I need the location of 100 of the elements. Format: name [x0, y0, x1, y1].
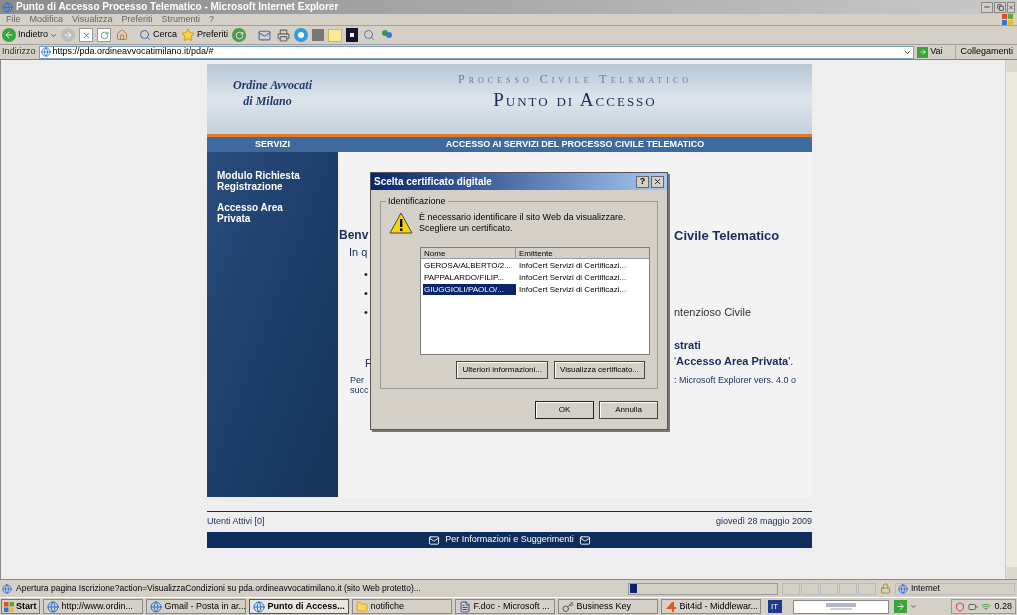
favorites-button[interactable]: Preferiti: [181, 28, 229, 42]
table-cell: InfoCert Servizi di Certificazi...: [518, 272, 628, 283]
dropdown-icon[interactable]: [909, 603, 917, 610]
page-text: 'Accesso Area Privata'.: [674, 354, 794, 369]
help-button[interactable]: ?: [636, 175, 649, 188]
restore-button[interactable]: [994, 1, 1006, 13]
certificate-row[interactable]: GIUGGIOLI/PAOLO/... InfoCert Servizi di Certificazi...: [421, 284, 649, 295]
close-button[interactable]: [651, 175, 664, 188]
table-cell: GIUGGIOLI/PAOLO/...: [423, 284, 516, 295]
certificate-row[interactable]: PAPPALARDO/FILIP... InfoCert Servizi di Certificazi...: [421, 272, 649, 283]
key-icon: [561, 600, 574, 613]
table-cell-text: GEROSA/ALBERTO/2...: [423, 260, 512, 271]
ok-button[interactable]: OK: [535, 401, 594, 419]
taskbar-item[interactable]: Punto di Access...: [248, 599, 349, 614]
footer-link[interactable]: Per Informazioni e Suggerimenti: [445, 533, 574, 547]
certificate-row[interactable]: GEROSA/ALBERTO/2... InfoCert Servizi di Certificazi...: [421, 260, 649, 271]
taskbar-item[interactable]: Business Key: [557, 599, 658, 614]
battery-icon[interactable]: [968, 601, 979, 612]
mail-icon: [577, 534, 592, 546]
page-text: succ: [349, 385, 370, 395]
minimize-icon: [983, 3, 991, 11]
dialog-message: È necessario identificare il sito Web da visualizzare.: [419, 212, 626, 223]
dialog-button[interactable]: Visualizza certificato...: [554, 361, 645, 379]
taskbar-item[interactable]: notifiche: [351, 599, 452, 614]
language-indicator[interactable]: IT: [767, 600, 782, 613]
page-text: Per: [349, 375, 365, 385]
site-title: Punto di Accesso: [493, 88, 657, 112]
address-field[interactable]: https://pda.ordineavvocatimilano.it/pda/#: [38, 45, 915, 59]
taskbar-item[interactable]: Gmail - Posta in ar...: [145, 599, 246, 614]
dialog-button[interactable]: Ulteriori informazioni...: [456, 361, 548, 379]
browser-icon: [46, 600, 59, 613]
refresh-icon[interactable]: [97, 28, 112, 42]
forward-icon[interactable]: [61, 28, 76, 42]
menu-item[interactable]: File: [6, 15, 21, 24]
site-subtitle: Processo Civile Telematico: [458, 71, 692, 88]
page-text: strati: [674, 338, 701, 353]
table-cell: InfoCert Servizi di Certificazi...: [518, 284, 628, 295]
menu-item[interactable]: ?: [208, 15, 214, 24]
window-title: Punto di Accesso Processo Telematico - Microsoft Internet Explorer: [16, 2, 339, 12]
column-header[interactable]: Nome: [421, 248, 516, 259]
page-text: •: [363, 286, 369, 301]
shield-icon[interactable]: [955, 601, 966, 612]
status-panel: [858, 582, 876, 595]
scrollbar[interactable]: [1005, 60, 1017, 579]
minimize-button[interactable]: [981, 1, 993, 13]
nav-label: ACCESSO AI SERVIZI DEL PROCESSO CIVILE TELEMATICO: [444, 137, 706, 151]
mail-icon[interactable]: [256, 28, 273, 42]
browser-icon: [149, 600, 162, 613]
address-label: Indirizzo: [2, 45, 36, 59]
status-panel: [820, 582, 838, 595]
search-field[interactable]: [792, 599, 889, 614]
status-panel: [782, 582, 800, 595]
document-icon: [458, 600, 471, 613]
browser-icon: [252, 600, 265, 613]
dialog-title: Scelta certificato digitale: [374, 175, 492, 189]
sidebar-link[interactable]: Accesso Area Privata: [217, 202, 317, 224]
column-header[interactable]: Emittente: [516, 248, 649, 259]
certificate-list[interactable]: Nome Emittente GEROSA/ALBERTO/2... InfoCert Servizi di Certificazi... PAPPALARDO/FILIP... InfoCert Servizi di Certificazi... GIUGGIOLI/PAOLO/... InfoCert Servizi di Certificazi...: [420, 247, 650, 355]
search-button[interactable]: Cerca: [139, 28, 178, 42]
restore-icon: [996, 3, 1004, 11]
home-icon[interactable]: [115, 28, 130, 42]
page-text: Benv: [338, 227, 370, 244]
four-icon: [664, 600, 677, 613]
history-icon[interactable]: [232, 28, 247, 42]
cancel-button[interactable]: Annulla: [599, 401, 658, 419]
print-icon[interactable]: [276, 28, 291, 42]
go-button[interactable]: Vai: [917, 45, 943, 59]
stop-icon[interactable]: [79, 28, 94, 42]
menu-item[interactable]: Strumenti: [161, 15, 200, 24]
taskbar-item[interactable]: http://www.ordin...: [42, 599, 143, 614]
back-button[interactable]: Indietro: [2, 28, 58, 42]
start-button[interactable]: Start: [1, 599, 40, 614]
search-icon: [139, 29, 152, 41]
lock-icon: [880, 583, 891, 594]
star-icon: [181, 28, 196, 42]
page-text: •: [363, 267, 369, 282]
wifi-icon[interactable]: [981, 601, 992, 612]
sidebar-link[interactable]: Modulo Richiesta Registrazione: [217, 170, 317, 192]
go-icon[interactable]: [893, 600, 907, 613]
menu-item[interactable]: Modifica: [29, 15, 64, 24]
close-icon: [1008, 3, 1014, 11]
zone-text: Internet: [911, 582, 940, 595]
status-panel: [801, 582, 819, 595]
folder-icon: [355, 600, 368, 613]
org-name: Ordine Avvocati: [233, 77, 312, 93]
taskbar-item[interactable]: F.doc - Microsoft ...: [454, 599, 555, 614]
menu-item[interactable]: Visualizza: [72, 15, 113, 24]
globe-icon: [898, 583, 908, 594]
dialog-message: Scegliere un certificato.: [419, 223, 514, 234]
org-city: di Milano: [243, 93, 292, 109]
status-text: Apertura pagina Iscrizione?action=VisualizzaCondizioni su pda.ordineavvocatimilano.it (sito Web protetto)...: [16, 582, 421, 595]
menu-item[interactable]: Preferiti: [121, 15, 153, 24]
close-icon: [653, 177, 662, 186]
page-text: ntenzioso Civile: [674, 305, 752, 320]
links-label[interactable]: Collegamenti: [955, 45, 1017, 59]
nav-label: SERVIZI: [254, 137, 291, 151]
warning-icon: [389, 212, 413, 234]
clock: 0.28: [994, 599, 1012, 613]
taskbar-item[interactable]: Bit4id - Middlewar...: [660, 599, 761, 614]
mail-icon: [427, 534, 442, 546]
